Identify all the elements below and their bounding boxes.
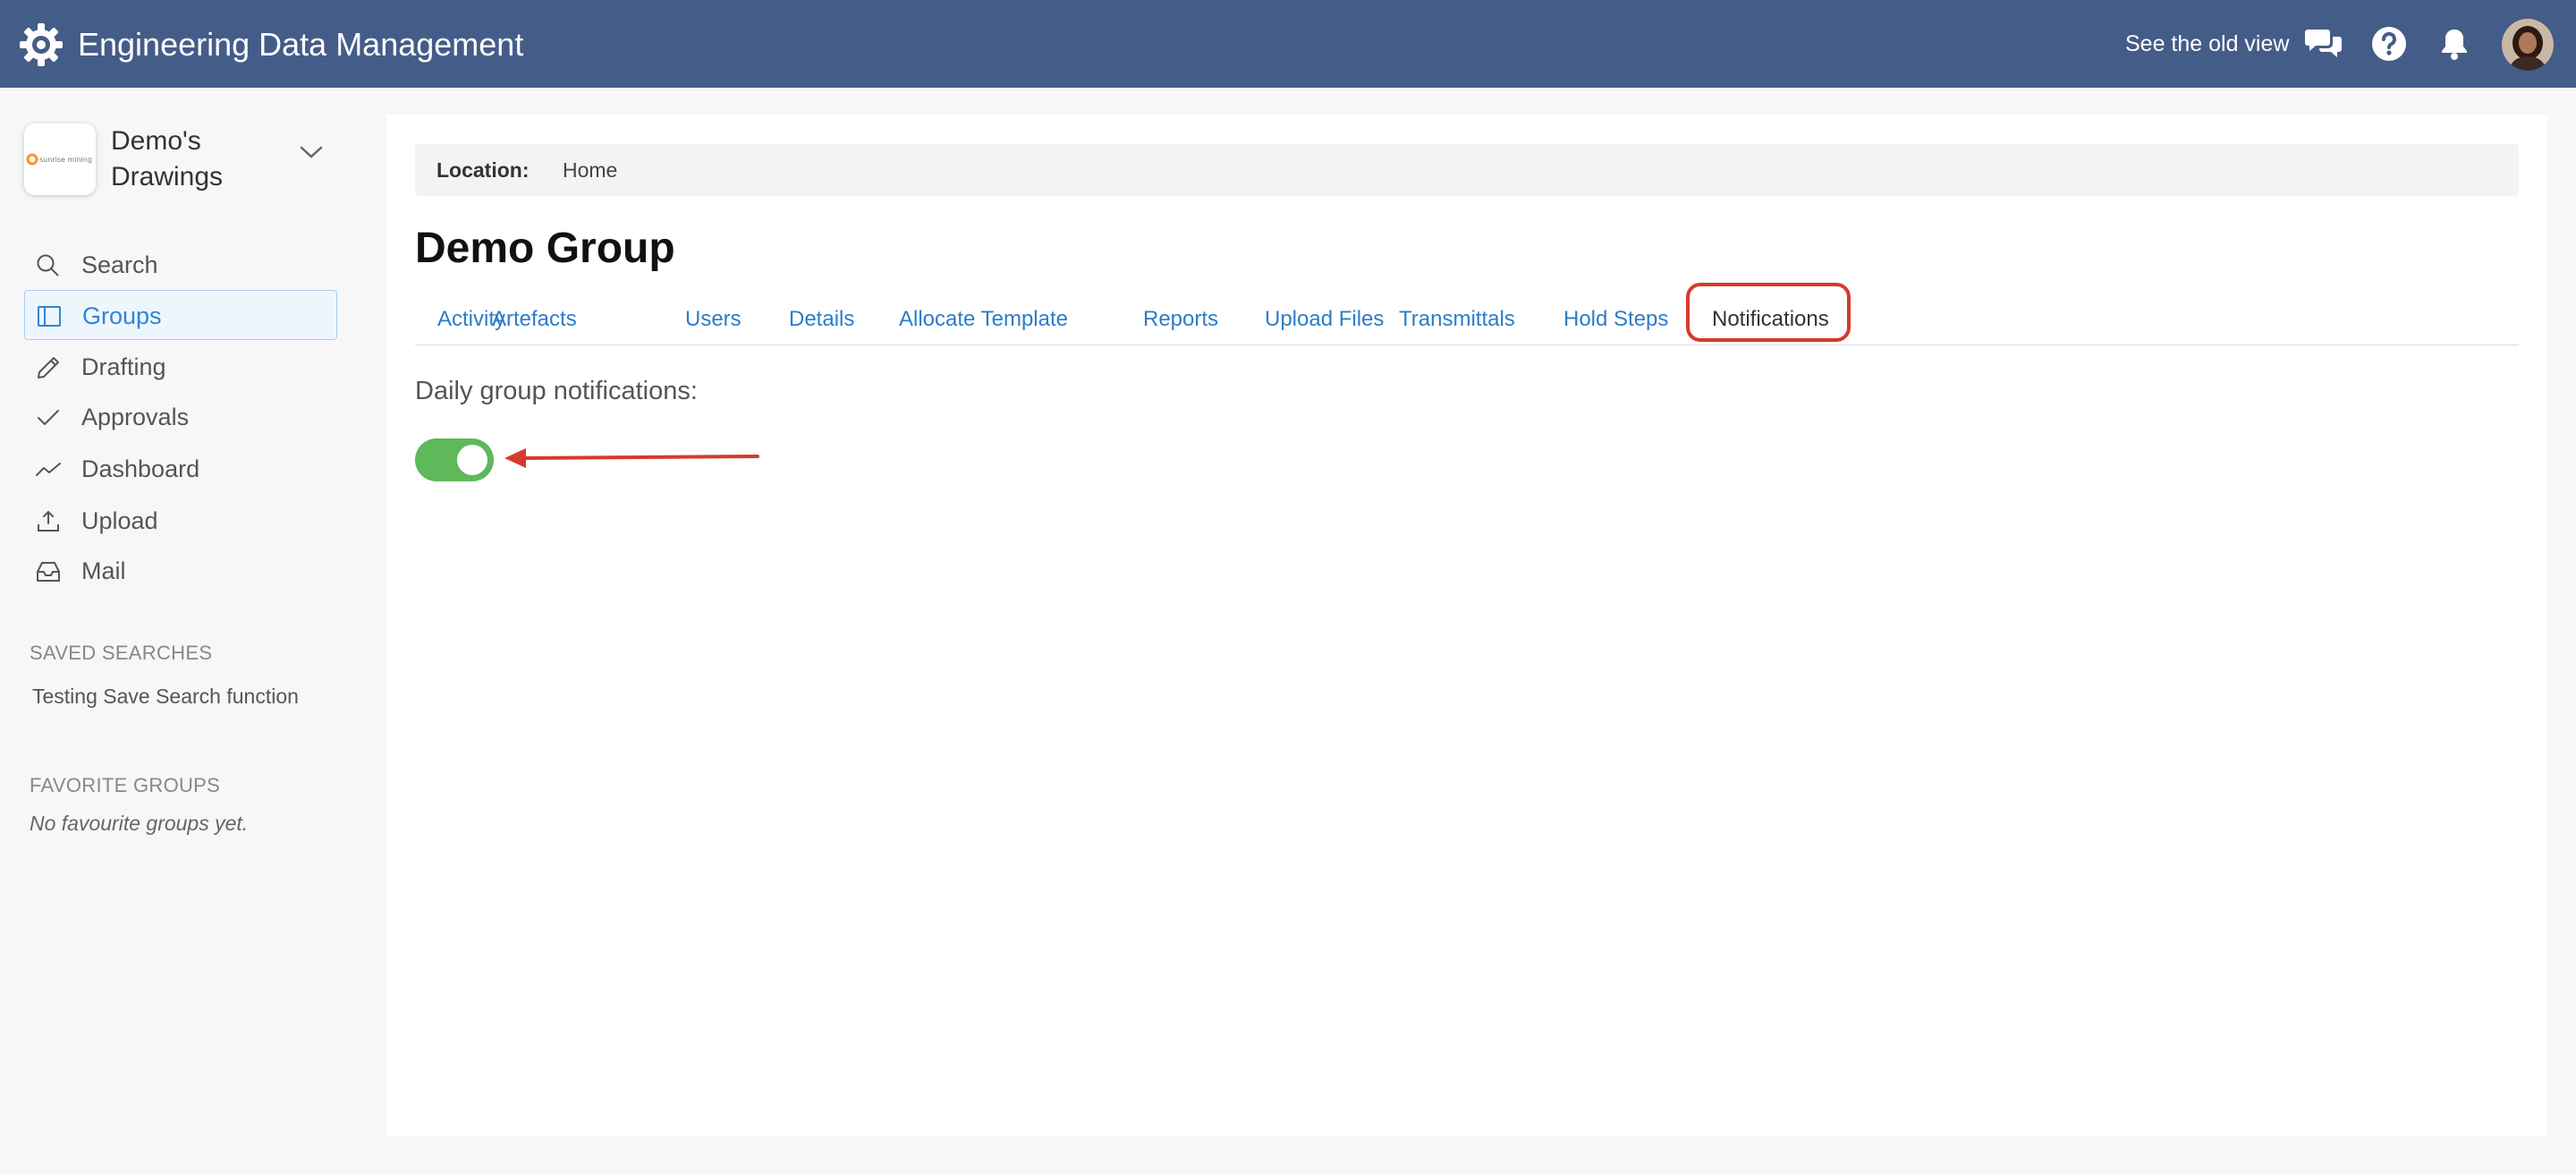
help-icon[interactable]	[2368, 23, 2410, 64]
chat-icon[interactable]	[2303, 23, 2344, 64]
sidebar-item-drafting[interactable]: Drafting	[24, 342, 337, 392]
sidebar-item-label: Upload	[81, 507, 158, 534]
tab-reports[interactable]: Reports	[1143, 294, 1218, 345]
top-bar: Engineering Data Management See the old …	[0, 0, 2576, 88]
sidebar-item-dashboard[interactable]: Dashboard	[24, 444, 337, 494]
location-label: Location:	[436, 158, 530, 182]
org-logo-text: sunrise mining	[39, 156, 92, 164]
tab-artefacts[interactable]: Artefacts	[492, 294, 577, 345]
sidebar-item-label: Search	[81, 251, 158, 278]
pencil-icon	[38, 357, 59, 379]
tab-users[interactable]: Users	[685, 294, 741, 345]
sidebar-item-label: Groups	[82, 302, 162, 329]
daily-notifications-toggle[interactable]	[415, 438, 494, 481]
sidebar: sunrise mining Demo's Drawings Search Gr…	[0, 88, 385, 1174]
user-avatar[interactable]	[2502, 19, 2554, 71]
main-panel: Location: Home Demo Group Activity Artef…	[386, 115, 2547, 1136]
org-name[interactable]: Demo's Drawings	[111, 123, 290, 195]
sidebar-item-mail[interactable]: Mail	[24, 546, 337, 596]
toggle-knob	[457, 445, 487, 475]
favorite-groups-empty: No favourite groups yet.	[30, 812, 249, 835]
tab-upload-files[interactable]: Upload Files	[1265, 294, 1384, 345]
sidebar-item-label: Mail	[81, 557, 126, 584]
tab-details[interactable]: Details	[789, 294, 854, 345]
upload-icon	[38, 510, 59, 532]
app-title: Engineering Data Management	[78, 26, 524, 63]
tab-notifications[interactable]: Notifications	[1712, 294, 1829, 345]
breadcrumb: Location: Home	[415, 144, 2519, 196]
notifications-label: Daily group notifications:	[415, 377, 698, 405]
tab-bar: Activity Artefacts Users Details Allocat…	[415, 283, 2519, 345]
sidebar-item-upload[interactable]: Upload	[24, 496, 337, 546]
annotation-arrow-icon	[504, 448, 759, 468]
chevron-down-icon[interactable]	[298, 143, 325, 161]
saved-searches-heading: SAVED SEARCHES	[30, 642, 213, 664]
check-icon	[38, 410, 59, 425]
search-icon	[37, 254, 59, 276]
page-title: Demo Group	[415, 225, 675, 272]
sidebar-item-label: Drafting	[81, 353, 166, 380]
gear-logo-icon[interactable]	[18, 21, 64, 68]
sidebar-item-label: Approvals	[81, 404, 190, 430]
sidebar-item-label: Dashboard	[81, 455, 200, 482]
sidebar-item-groups[interactable]: Groups	[24, 290, 337, 340]
sidebar-item-approvals[interactable]: Approvals	[24, 392, 337, 442]
tab-transmittals[interactable]: Transmittals	[1399, 294, 1515, 345]
location-value[interactable]: Home	[563, 157, 617, 183]
tab-allocate-template[interactable]: Allocate Template	[899, 294, 1068, 345]
favorite-groups-heading: FAVORITE GROUPS	[30, 774, 221, 796]
old-view-link[interactable]: See the old view	[2125, 29, 2289, 59]
chart-line-icon	[36, 463, 61, 476]
inbox-icon	[37, 562, 60, 582]
groups-icon	[38, 306, 61, 327]
bell-icon[interactable]	[2434, 23, 2475, 64]
tab-hold-steps[interactable]: Hold Steps	[1563, 294, 1668, 345]
org-logo[interactable]: sunrise mining	[24, 123, 96, 195]
sidebar-item-search[interactable]: Search	[24, 240, 337, 290]
saved-search-link[interactable]: Testing Save Search function	[32, 683, 299, 710]
